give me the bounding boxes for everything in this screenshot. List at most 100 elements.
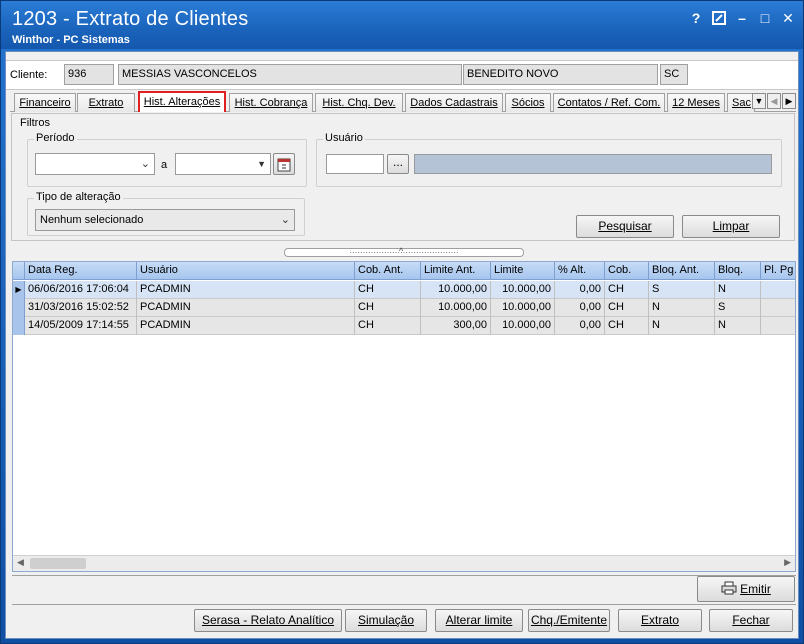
tab-sac[interactable]: Sac — [727, 93, 755, 112]
cell-limite: 10.000,00 — [491, 317, 555, 335]
tab-scroll-right-icon[interactable]: ▶ — [782, 93, 796, 109]
tab-hist-cobranca[interactable]: Hist. Cobrança — [229, 93, 313, 112]
user-code-input[interactable] — [326, 154, 384, 174]
col-usuario[interactable]: Usuário — [137, 262, 355, 280]
cell-limite-ant: 10.000,00 — [421, 299, 491, 317]
change-type-label: Tipo de alteração — [34, 191, 123, 203]
scrollbar-thumb[interactable] — [30, 558, 86, 569]
client-code-field[interactable]: 936 — [64, 64, 114, 85]
current-row-arrow-icon: ▶ — [13, 281, 25, 299]
cell-pct-alt: 0,00 — [555, 299, 605, 317]
client-state-field[interactable]: SC — [660, 64, 688, 85]
table-row[interactable]: ▶ 06/06/2016 17:06:04 PCADMIN CH 10.000,… — [13, 281, 795, 299]
user-browse-button[interactable]: ... — [387, 154, 409, 174]
cell-cob-ant: CH — [355, 299, 421, 317]
clear-button-label: Limpar — [712, 219, 750, 233]
col-cob-ant[interactable]: Cob. Ant. — [355, 262, 421, 280]
col-bloq-ant[interactable]: Bloq. Ant. — [649, 262, 715, 280]
scroll-right-icon[interactable]: ▶ — [784, 557, 791, 568]
tab-financeiro[interactable]: Financeiro — [14, 93, 76, 112]
calendar-icon[interactable] — [273, 153, 295, 175]
client-city-field[interactable]: BENEDITO NOVO — [463, 64, 658, 85]
maximize-button[interactable]: □ — [756, 9, 774, 27]
tab-contatos-ref-com[interactable]: Contatos / Ref. Com. — [553, 93, 665, 112]
cell-usuario: PCADMIN — [137, 317, 355, 335]
client-info-bar: Cliente: 936 MESSIAS VASCONCELOS BENEDIT… — [6, 60, 798, 90]
col-limite-ant[interactable]: Limite Ant. — [421, 262, 491, 280]
serasa-button-label: Serasa - Relato Analítico — [201, 613, 335, 627]
change-limit-button[interactable]: Alterar limite — [435, 609, 523, 632]
check-issuer-button-label: Chq./Emitente — [530, 613, 608, 627]
change-type-value: Nenhum selecionado — [40, 214, 144, 226]
tab-socios[interactable]: Sócios — [505, 93, 551, 112]
help-button[interactable]: ? — [687, 9, 705, 27]
grid-header: Data Reg. Usuário Cob. Ant. Limite Ant. … — [13, 262, 795, 280]
simulation-button[interactable]: Simulação — [345, 609, 427, 632]
printer-icon — [721, 581, 737, 595]
edit-window-icon[interactable] — [710, 9, 728, 27]
col-data-reg[interactable]: Data Reg. — [25, 262, 137, 280]
table-row[interactable]: 14/05/2009 17:14:55 PCADMIN CH 300,00 10… — [13, 317, 795, 335]
tab-12-meses[interactable]: 12 Meses — [667, 93, 725, 112]
serasa-button[interactable]: Serasa - Relato Analítico — [194, 609, 342, 632]
app-window: 1203 - Extrato de Clientes Winthor - PC … — [0, 0, 804, 644]
cell-bloq-ant: S — [649, 281, 715, 299]
search-button[interactable]: Pesquisar — [576, 215, 674, 238]
user-name-field — [414, 154, 772, 174]
cell-data-reg: 14/05/2009 17:14:55 — [25, 317, 137, 335]
scroll-left-icon[interactable]: ◀ — [17, 557, 24, 568]
header-indicator — [13, 262, 25, 280]
statement-button[interactable]: Extrato — [618, 609, 702, 632]
print-button[interactable]: Emitir — [697, 576, 795, 602]
cell-pct-alt: 0,00 — [555, 281, 605, 299]
period-end-input[interactable]: ▼ — [175, 153, 271, 175]
cell-pct-alt: 0,00 — [555, 317, 605, 335]
row-indicator — [13, 299, 25, 317]
cell-usuario: PCADMIN — [137, 299, 355, 317]
cell-limite: 10.000,00 — [491, 281, 555, 299]
cell-limite-ant: 300,00 — [421, 317, 491, 335]
col-pl-pg[interactable]: Pl. Pg — [761, 262, 795, 280]
check-issuer-button[interactable]: Chq./Emitente — [528, 609, 610, 632]
window-subtitle: Winthor - PC Sistemas — [12, 34, 130, 46]
table-row[interactable]: 31/03/2016 15:02:52 PCADMIN CH 10.000,00… — [13, 299, 795, 317]
col-pct-alt[interactable]: % Alt. — [555, 262, 605, 280]
tab-hist-alteracoes[interactable]: Hist. Alterações — [138, 91, 226, 112]
tab-scroll-left-icon[interactable]: ◀ — [767, 93, 781, 109]
client-label: Cliente: — [10, 69, 48, 81]
dropdown-arrow-icon[interactable]: ▼ — [257, 159, 266, 169]
horizontal-scrollbar[interactable]: ◀ ▶ — [13, 555, 795, 571]
tab-dados-cadastrais[interactable]: Dados Cadastrais — [405, 93, 503, 112]
chevron-down-icon[interactable]: ⌄ — [281, 213, 290, 226]
tab-extrato[interactable]: Extrato — [77, 93, 135, 112]
change-type-select[interactable]: Nenhum selecionado ⌄ — [35, 209, 295, 231]
print-button-label: Emitir — [740, 582, 771, 596]
cell-cob: CH — [605, 317, 649, 335]
filters-panel: Filtros Período ⌄ a ▼ Usuário ... Tipo d… — [11, 113, 795, 241]
col-limite[interactable]: Limite — [491, 262, 555, 280]
collapse-up-icon[interactable]: ^ — [399, 247, 403, 256]
cell-bloq: S — [715, 299, 761, 317]
row-indicator — [13, 317, 25, 335]
period-start-input[interactable]: ⌄ — [35, 153, 155, 175]
tab-strip: Financeiro Extrato Hist. Alterações Hist… — [10, 91, 796, 112]
chevron-down-icon[interactable]: ⌄ — [141, 157, 150, 170]
cell-bloq: N — [715, 317, 761, 335]
cell-data-reg: 06/06/2016 17:06:04 — [25, 281, 137, 299]
client-name-field[interactable]: MESSIAS VASCONCELOS — [118, 64, 462, 85]
close-window-button[interactable]: ✕ — [779, 9, 797, 27]
tab-dropdown-icon[interactable]: ▼ — [752, 93, 766, 109]
cell-data-reg: 31/03/2016 15:02:52 — [25, 299, 137, 317]
minimize-button[interactable]: – — [733, 9, 751, 27]
col-bloq[interactable]: Bloq. — [715, 262, 761, 280]
close-button[interactable]: Fechar — [709, 609, 793, 632]
divider — [12, 575, 796, 576]
cell-cob-ant: CH — [355, 281, 421, 299]
history-grid: Data Reg. Usuário Cob. Ant. Limite Ant. … — [12, 261, 796, 572]
cell-pl-pg — [761, 299, 795, 317]
panel-splitter[interactable]: ········································… — [284, 247, 524, 257]
col-cob[interactable]: Cob. — [605, 262, 649, 280]
tab-hist-chq-dev[interactable]: Hist. Chq. Dev. — [315, 93, 403, 112]
dotted-grip-icon: ········································… — [349, 248, 459, 257]
clear-button[interactable]: Limpar — [682, 215, 780, 238]
